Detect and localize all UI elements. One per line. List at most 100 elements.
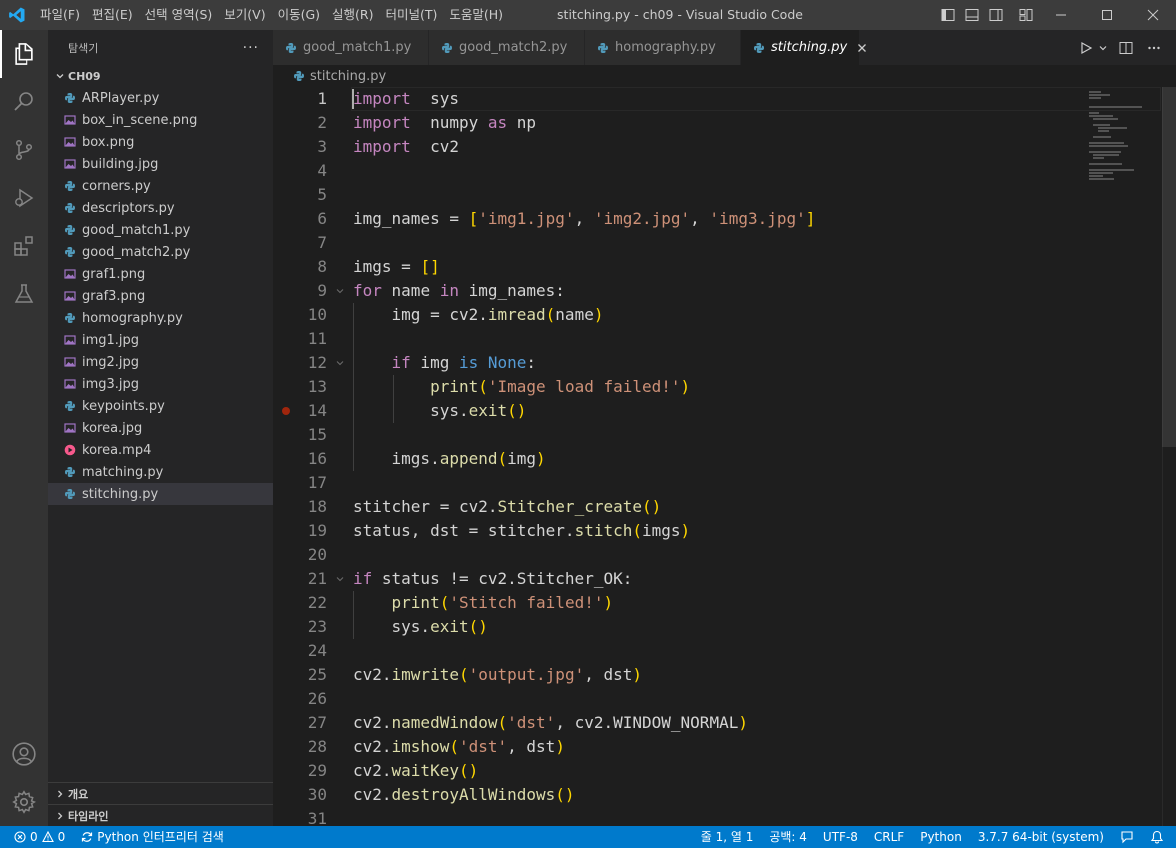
minimize-icon[interactable] (1038, 0, 1084, 30)
code-line[interactable]: 20 (273, 543, 1093, 567)
toggle-sidebar-icon[interactable] (938, 0, 958, 30)
extensions-icon[interactable] (0, 222, 48, 270)
code-line[interactable]: 25 cv2.imwrite('output.jpg', dst) (273, 663, 1093, 687)
folder-ch09[interactable]: CH09 (48, 65, 273, 87)
settings-gear-icon[interactable] (0, 778, 48, 826)
code-line[interactable]: 6 img_names = ['img1.jpg', 'img2.jpg', 'i… (273, 207, 1093, 231)
code-line[interactable]: 3 import cv2 (273, 135, 1093, 159)
code-line[interactable]: 24 (273, 639, 1093, 663)
code-line[interactable]: 21 if status != cv2.Stitcher_OK: (273, 567, 1093, 591)
code-line[interactable]: 30 cv2.destroyAllWindows() (273, 783, 1093, 807)
code-line[interactable]: 14 sys.exit() (273, 399, 1093, 423)
minimap[interactable] (1083, 87, 1163, 826)
code-line[interactable]: 8 imgs = [] (273, 255, 1093, 279)
menu-item[interactable]: 파일(F) (34, 0, 86, 30)
code-line[interactable]: 26 (273, 687, 1093, 711)
code-line[interactable]: 5 (273, 183, 1093, 207)
language-mode-status[interactable]: Python (912, 826, 970, 848)
menu-item[interactable]: 편집(E) (86, 0, 139, 30)
menu-item[interactable]: 실행(R) (326, 0, 379, 30)
menu-item[interactable]: 보기(V) (218, 0, 271, 30)
breadcrumb[interactable]: stitching.py (273, 65, 1176, 87)
code-line[interactable]: 18 stitcher = cv2.Stitcher_create() (273, 495, 1093, 519)
file-item[interactable]: graf3.png (48, 285, 273, 307)
file-item[interactable]: korea.jpg (48, 417, 273, 439)
more-actions-icon[interactable]: ··· (243, 40, 259, 56)
editor-tab[interactable]: good_match2.py (429, 30, 585, 65)
run-file-icon[interactable] (1076, 38, 1096, 58)
editor-tab[interactable]: stitching.py (741, 30, 867, 65)
notifications-bell-icon[interactable] (1142, 830, 1176, 844)
outline-section[interactable]: 개요 (48, 782, 273, 804)
explorer-icon[interactable] (0, 30, 48, 78)
python-version-status[interactable]: 3.7.7 64-bit (system) (970, 826, 1112, 848)
file-item[interactable]: corners.py (48, 175, 273, 197)
editor-tab[interactable]: homography.py (585, 30, 741, 65)
file-item[interactable]: homography.py (48, 307, 273, 329)
file-item[interactable]: matching.py (48, 461, 273, 483)
accounts-icon[interactable] (0, 730, 48, 778)
file-item[interactable]: good_match1.py (48, 219, 273, 241)
menu-item[interactable]: 터미널(T) (380, 0, 444, 30)
close-icon[interactable] (857, 40, 867, 56)
file-item[interactable]: graf1.png (48, 263, 273, 285)
run-debug-icon[interactable] (0, 174, 48, 222)
code-line[interactable]: 10 img = cv2.imread(name) (273, 303, 1093, 327)
code-line[interactable]: 22 print('Stitch failed!') (273, 591, 1093, 615)
menu-item[interactable]: 이동(G) (272, 0, 326, 30)
code-line[interactable]: 17 (273, 471, 1093, 495)
file-item[interactable]: good_match2.py (48, 241, 273, 263)
indentation-status[interactable]: 공백: 4 (761, 826, 815, 848)
split-editor-icon[interactable] (1116, 38, 1136, 58)
python-interpreter-status[interactable]: Python 인터프리터 검색 (73, 826, 232, 848)
code-line[interactable]: 9 for name in img_names: (273, 279, 1093, 303)
minimap-line (1097, 130, 1109, 132)
file-item[interactable]: keypoints.py (48, 395, 273, 417)
code-line[interactable]: 23 sys.exit() (273, 615, 1093, 639)
file-item[interactable]: box_in_scene.png (48, 109, 273, 131)
file-item[interactable]: img2.jpg (48, 351, 273, 373)
file-item[interactable]: box.png (48, 131, 273, 153)
code-line[interactable]: 4 (273, 159, 1093, 183)
toggle-panel-icon[interactable] (962, 0, 982, 30)
code-line[interactable]: 12 if img is None: (273, 351, 1093, 375)
code-line[interactable]: 19 status, dst = stitcher.stitch(imgs) (273, 519, 1093, 543)
code-line[interactable]: 11 (273, 327, 1093, 351)
testing-flask-icon[interactable] (0, 270, 48, 318)
more-editor-actions-icon[interactable] (1144, 38, 1164, 58)
eol-status[interactable]: CRLF (866, 826, 912, 848)
file-item[interactable]: ARPlayer.py (48, 87, 273, 109)
code-line[interactable]: 1 import sys (273, 87, 1161, 111)
file-item[interactable]: img1.jpg (48, 329, 273, 351)
file-item[interactable]: descriptors.py (48, 197, 273, 219)
code-line[interactable]: 2 import numpy as np (273, 111, 1093, 135)
run-dropdown-chevron-icon[interactable] (1098, 38, 1108, 58)
timeline-section[interactable]: 타임라인 (48, 804, 273, 826)
code-line[interactable]: 7 (273, 231, 1093, 255)
file-item[interactable]: stitching.py (48, 483, 273, 505)
source-control-icon[interactable] (0, 126, 48, 174)
code-editor[interactable]: 1 import sys 2 import numpy as np 3 import cv… (273, 87, 1176, 826)
scrollbar-thumb[interactable] (1162, 87, 1176, 447)
search-icon[interactable] (0, 78, 48, 126)
file-item[interactable]: building.jpg (48, 153, 273, 175)
encoding-status[interactable]: UTF-8 (815, 826, 866, 848)
problems-status[interactable]: 0 0 (0, 826, 73, 848)
code-line[interactable]: 31 (273, 807, 1093, 826)
code-line[interactable]: 15 (273, 423, 1093, 447)
feedback-icon[interactable] (1112, 830, 1142, 844)
customize-layout-icon[interactable] (1016, 0, 1036, 30)
editor-tab[interactable]: good_match1.py (273, 30, 429, 65)
code-line[interactable]: 27 cv2.namedWindow('dst', cv2.WINDOW_NORM… (273, 711, 1093, 735)
toggle-secondary-sidebar-icon[interactable] (986, 0, 1006, 30)
menu-item[interactable]: 선택 영역(S) (139, 0, 219, 30)
close-window-icon[interactable] (1130, 0, 1176, 30)
cursor-position-status[interactable]: 줄 1, 열 1 (693, 826, 762, 848)
file-item[interactable]: korea.mp4 (48, 439, 273, 461)
code-line[interactable]: 28 cv2.imshow('dst', dst) (273, 735, 1093, 759)
file-item[interactable]: img3.jpg (48, 373, 273, 395)
code-line[interactable]: 13 print('Image load failed!') (273, 375, 1093, 399)
code-line[interactable]: 29 cv2.waitKey() (273, 759, 1093, 783)
code-line[interactable]: 16 imgs.append(img) (273, 447, 1093, 471)
maximize-icon[interactable] (1084, 0, 1130, 30)
